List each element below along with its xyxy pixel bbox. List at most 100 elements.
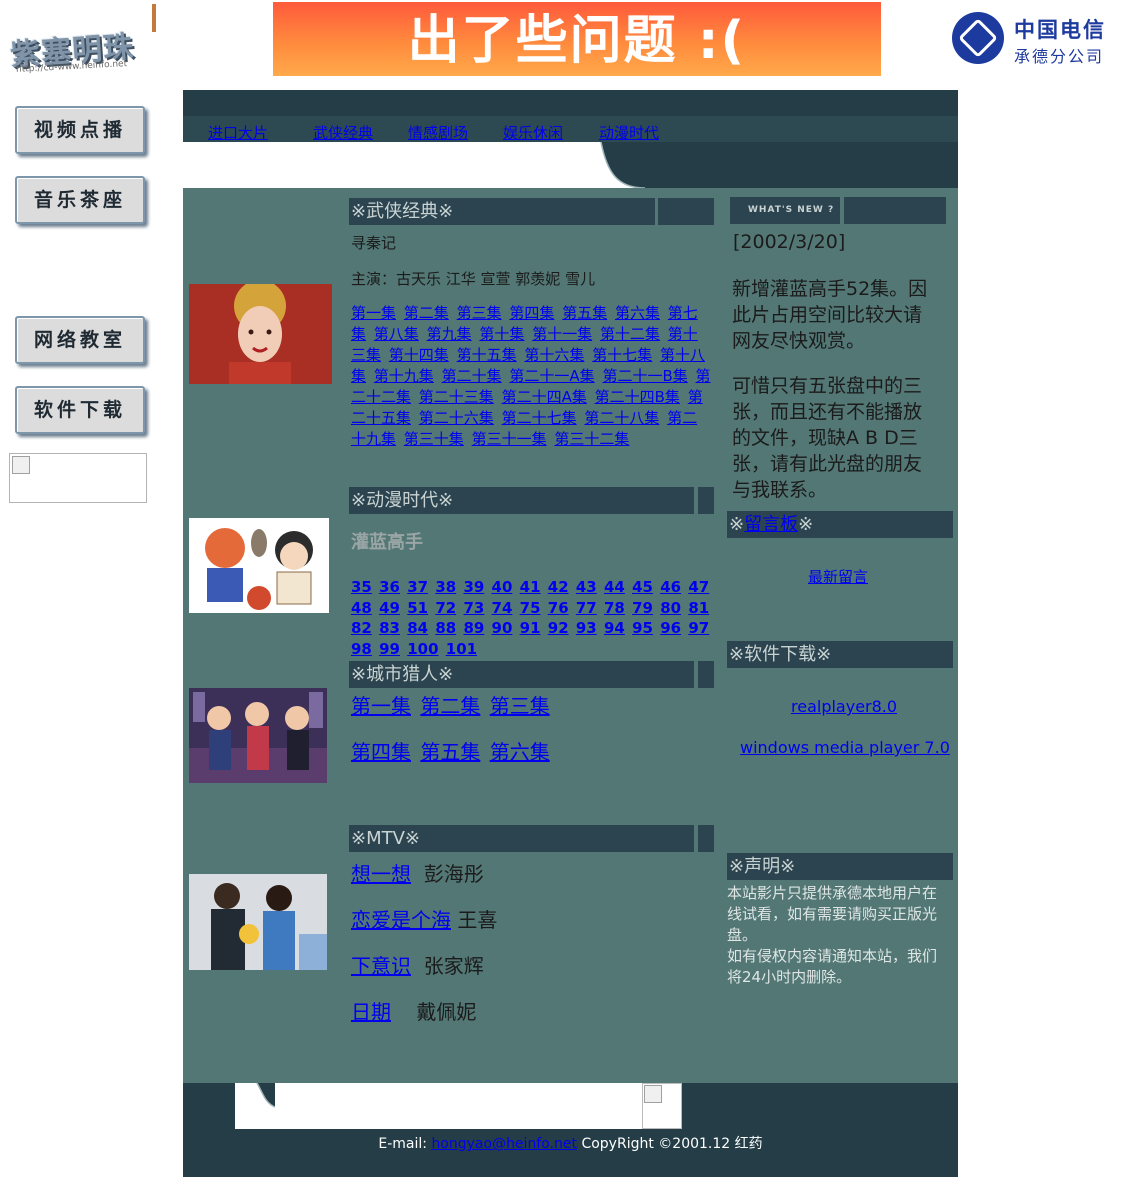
wuxia-episode-link[interactable]: 第六集: [615, 304, 660, 322]
wuxia-episode-link[interactable]: 第一集: [351, 304, 396, 322]
anime-episode-link[interactable]: 51: [407, 599, 428, 617]
wuxia-episode-link[interactable]: 第五集: [562, 304, 607, 322]
wuxia-episode-link[interactable]: 第十五集: [457, 346, 517, 364]
broken-image[interactable]: [9, 453, 147, 503]
city-hunter-episode-link[interactable]: 第二集: [420, 694, 480, 718]
anime-episode-link[interactable]: 97: [688, 619, 709, 637]
mtv-song-link[interactable]: 下意识: [351, 954, 411, 978]
wuxia-episode-link[interactable]: 第二十一B集: [602, 367, 687, 385]
wuxia-episode-link[interactable]: 第二十八集: [584, 409, 659, 427]
anime-episode-link[interactable]: 46: [660, 578, 681, 596]
anime-episode-link[interactable]: 81: [688, 599, 709, 617]
anime-episode-link[interactable]: 72: [435, 599, 456, 617]
anime-episode-link[interactable]: 95: [632, 619, 653, 637]
tab-wuxia-classics[interactable]: 武侠经典: [313, 122, 373, 143]
anime-episode-link[interactable]: 48: [351, 599, 372, 617]
wuxia-episode-link[interactable]: 第二十四B集: [595, 388, 680, 406]
anime-episode-link[interactable]: 84: [407, 619, 428, 637]
anime-episode-link[interactable]: 44: [604, 578, 625, 596]
wuxia-episode-link[interactable]: 第九集: [427, 325, 472, 343]
china-telecom-logo[interactable]: 中国电信 承德分公司: [948, 8, 1124, 72]
nav-music-lounge-button[interactable]: 音乐茶座: [15, 176, 145, 224]
wuxia-episode-link[interactable]: 第三十二集: [554, 430, 629, 448]
anime-episode-link[interactable]: 93: [576, 619, 597, 637]
anime-episode-link[interactable]: 99: [379, 640, 400, 658]
anime-episode-link[interactable]: 98: [351, 640, 372, 658]
wuxia-episode-link[interactable]: 第三十集: [404, 430, 464, 448]
wuxia-episode-link[interactable]: 第二十三集: [419, 388, 494, 406]
wuxia-episode-link[interactable]: 第十一集: [532, 325, 592, 343]
wuxia-episode-link[interactable]: 第十九集: [374, 367, 434, 385]
anime-episode-link[interactable]: 79: [632, 599, 653, 617]
anime-episode-link[interactable]: 41: [520, 578, 541, 596]
wuxia-episode-link[interactable]: 第十七集: [592, 346, 652, 364]
mtv-song-link[interactable]: 恋爱是个海: [351, 908, 451, 932]
wuxia-episode-link[interactable]: 第三集: [457, 304, 502, 322]
site-logo[interactable]: 紫塞明珠 http://cd-www.heinfo.net: [6, 4, 166, 75]
wuxia-episode-link[interactable]: 第二十集: [442, 367, 502, 385]
latest-messages-link[interactable]: 最新留言: [808, 566, 868, 587]
anime-episode-link[interactable]: 101: [446, 640, 477, 658]
mtv-song-link[interactable]: 日期: [351, 1000, 391, 1024]
anime-episode-link[interactable]: 47: [688, 578, 709, 596]
anime-episode-link[interactable]: 45: [632, 578, 653, 596]
anime-episode-link[interactable]: 88: [435, 619, 456, 637]
wuxia-episode-link[interactable]: 第八集: [374, 325, 419, 343]
anime-episode-link[interactable]: 73: [463, 599, 484, 617]
anime-episode-link[interactable]: 83: [379, 619, 400, 637]
anime-episode-link[interactable]: 77: [576, 599, 597, 617]
tab-entertainment[interactable]: 娱乐休闲: [503, 122, 563, 143]
email-link[interactable]: hongyao@heinfo.net: [431, 1136, 577, 1152]
wuxia-episode-link[interactable]: 第十集: [479, 325, 524, 343]
city-hunter-episode-link[interactable]: 第四集: [351, 740, 411, 764]
wuxia-episode-link[interactable]: 第二十一A集: [509, 367, 594, 385]
anime-episode-link[interactable]: 80: [660, 599, 681, 617]
anime-episode-link[interactable]: 38: [435, 578, 456, 596]
wuxia-episode-link[interactable]: 第四集: [509, 304, 554, 322]
footer-broken-image[interactable]: [642, 1083, 682, 1129]
anime-episode-link[interactable]: 40: [492, 578, 513, 596]
city-hunter-episode-link[interactable]: 第六集: [490, 740, 550, 764]
wuxia-episode-link[interactable]: 第十二集: [600, 325, 660, 343]
wuxia-episode-link[interactable]: 第十六集: [524, 346, 584, 364]
anime-episode-link[interactable]: 100: [407, 640, 438, 658]
wuxia-episode-link[interactable]: 第二集: [404, 304, 449, 322]
city-hunter-episode-link[interactable]: 第一集: [351, 694, 411, 718]
wuxia-episode-link[interactable]: 第二十七集: [502, 409, 577, 427]
anime-episode-link[interactable]: 37: [407, 578, 428, 596]
wuxia-episode-link[interactable]: 第二十四A集: [502, 388, 587, 406]
anime-episode-link[interactable]: 49: [379, 599, 400, 617]
anime-episode-link[interactable]: 39: [463, 578, 484, 596]
tab-drama-theater[interactable]: 情感剧场: [408, 122, 468, 143]
anime-episode-link[interactable]: 43: [576, 578, 597, 596]
city-hunter-episode-link[interactable]: 第三集: [490, 694, 550, 718]
realplayer-download-link[interactable]: realplayer8.0: [791, 697, 897, 716]
anime-episode-link[interactable]: 78: [604, 599, 625, 617]
nav-software-download-button[interactable]: 软件下载: [15, 386, 145, 434]
wuxia-episode-link[interactable]: 第二十六集: [419, 409, 494, 427]
windows-media-player-download-link[interactable]: windows media player 7.0: [740, 738, 950, 757]
wuxia-episode-link[interactable]: 第三十一集: [472, 430, 547, 448]
anime-episode-link[interactable]: 35: [351, 578, 372, 596]
anime-episode-link[interactable]: 96: [660, 619, 681, 637]
nav-online-classroom-button[interactable]: 网络教室: [15, 316, 145, 364]
guestbook-link[interactable]: 留言板: [744, 514, 798, 535]
wuxia-episode-link[interactable]: 第十四集: [389, 346, 449, 364]
anime-episode-link[interactable]: 82: [351, 619, 372, 637]
anime-episode-link[interactable]: 94: [604, 619, 625, 637]
anime-episode-link[interactable]: 75: [520, 599, 541, 617]
tab-anime-era[interactable]: 动漫时代: [599, 122, 659, 143]
curve-decoration: [597, 142, 646, 188]
anime-episode-link[interactable]: 36: [379, 578, 400, 596]
mtv-song-link[interactable]: 想一想: [351, 862, 411, 886]
anime-episode-link[interactable]: 76: [548, 599, 569, 617]
anime-episode-link[interactable]: 74: [492, 599, 513, 617]
anime-episode-link[interactable]: 89: [463, 619, 484, 637]
anime-episode-link[interactable]: 90: [492, 619, 513, 637]
tab-imported-movies[interactable]: 进口大片: [208, 122, 268, 143]
city-hunter-episode-link[interactable]: 第五集: [420, 740, 480, 764]
nav-video-on-demand-button[interactable]: 视频点播: [15, 106, 145, 154]
anime-episode-link[interactable]: 91: [520, 619, 541, 637]
anime-episode-link[interactable]: 92: [548, 619, 569, 637]
anime-episode-link[interactable]: 42: [548, 578, 569, 596]
